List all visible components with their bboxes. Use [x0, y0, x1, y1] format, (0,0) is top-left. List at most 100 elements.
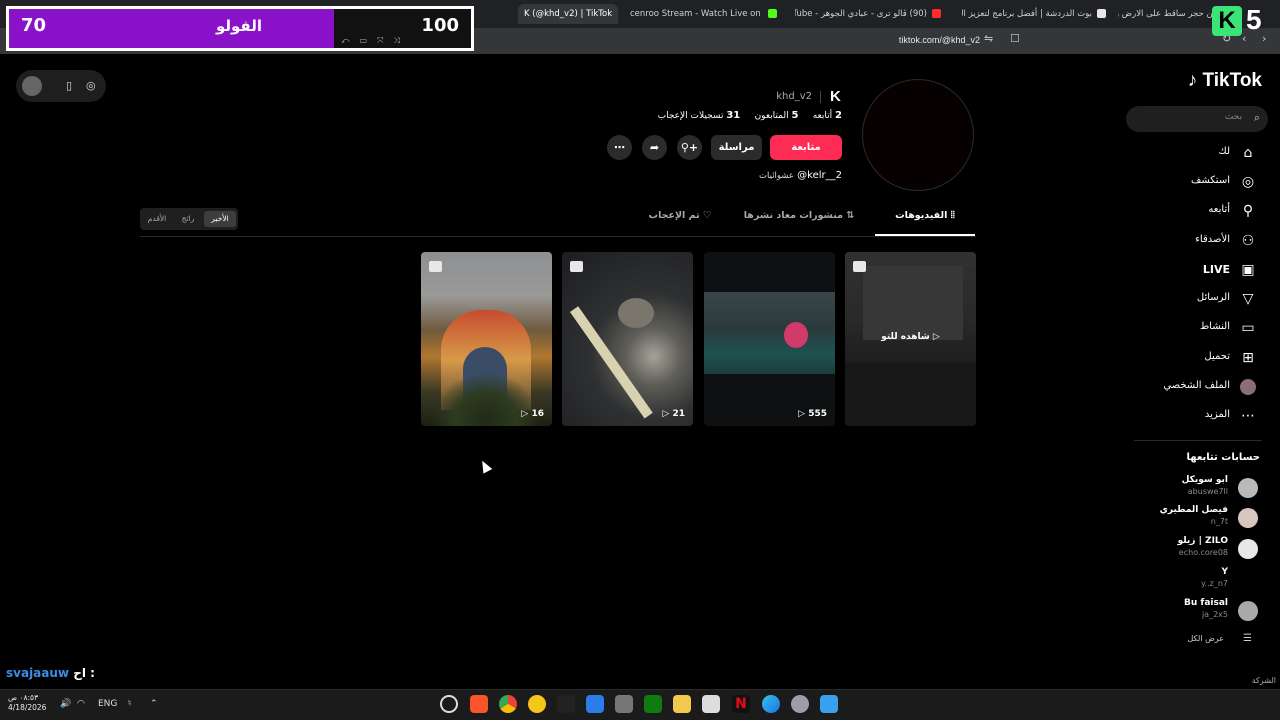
sidebar-item-friends[interactable]: ⚇ الأصدقاء	[1130, 230, 1262, 254]
follow-button[interactable]: متابعة	[770, 135, 842, 160]
sidebar-item-upload[interactable]: ⊞ تحميل	[1130, 347, 1262, 371]
share-icon[interactable]: ➦	[642, 135, 667, 160]
likes-count: 31	[726, 110, 741, 121]
xbox-icon[interactable]	[644, 695, 662, 713]
send-icon: ▽	[1242, 291, 1254, 307]
sort-latest[interactable]: الأخير	[204, 211, 236, 227]
settings-icon[interactable]	[791, 695, 809, 713]
sort-oldest[interactable]: الأقدم	[142, 211, 172, 227]
bio-handle[interactable]: @kelr__2	[797, 170, 842, 181]
microphone-icon[interactable]: ♮	[128, 699, 131, 709]
following-count: 2	[835, 110, 842, 121]
sidebar-item-profile[interactable]: الملف الشخصي	[1130, 376, 1262, 400]
sidebar-item-more[interactable]: ⋯ المزيد	[1130, 405, 1262, 429]
video-thumbnail	[704, 292, 835, 374]
account-handle: echo.core08	[1178, 548, 1228, 557]
company-link[interactable]: الشركة	[1240, 676, 1276, 685]
following-account[interactable]: Bu faisal ja_2x5	[1134, 598, 1260, 624]
browser-tab[interactable]: (90) ڤالو ترى - عبادي الجوهر - YouTube	[795, 4, 927, 24]
show-all-link[interactable]: عرض الكل ☰	[1134, 633, 1260, 646]
account-handle: n_7t	[1210, 517, 1228, 526]
chat-message: svajaauw اح :	[6, 666, 95, 680]
profile-name: K	[830, 88, 841, 105]
search-input[interactable]: بحث ⌕	[1126, 106, 1268, 132]
browser-tab[interactable]: cenroo Stream - Watch Live on Kick	[630, 4, 760, 24]
kick-logo: K	[1212, 6, 1242, 36]
tab-videos-label: الفيديوهات	[895, 210, 948, 221]
brave-icon[interactable]	[470, 695, 488, 713]
photos-icon[interactable]	[586, 695, 604, 713]
account-name: ابو سويكل	[1181, 475, 1228, 485]
following-account[interactable]: فيصل المطيري n_7t	[1134, 505, 1260, 531]
browser-tab[interactable]: بوت الدردشة | أفضل برنامج لتعزيز البث	[962, 4, 1092, 24]
goal-target-value: 100	[421, 15, 459, 36]
sidebar-item-messages[interactable]: ▽ الرسائل	[1130, 288, 1262, 312]
following-account[interactable]: ابو سويكل abuswe7ll	[1134, 475, 1260, 501]
video-card[interactable]: ▷ 16	[421, 252, 552, 426]
language-indicator[interactable]: ENG	[98, 699, 117, 709]
compass-icon[interactable]: ◎	[86, 79, 96, 92]
bio-text: عشوائيات	[759, 171, 794, 181]
sidebar-item-foryou[interactable]: ⌂ لك	[1130, 142, 1262, 166]
app-icon[interactable]	[528, 695, 546, 713]
more-options-icon[interactable]: ⋯	[607, 135, 632, 160]
volume-icon[interactable]: 🔊	[60, 699, 71, 709]
chrome-icon[interactable]	[499, 695, 517, 713]
chat-text: اح :	[73, 666, 95, 680]
device-icon[interactable]: ▯	[66, 79, 72, 92]
account-name: فيصل المطيري	[1159, 505, 1228, 515]
store-icon[interactable]	[702, 695, 720, 713]
account-name: Bu faisal	[1184, 598, 1228, 608]
sidebar-item-label: تحميل	[1204, 351, 1230, 362]
following-account[interactable]: Y y..z_n7	[1134, 567, 1260, 593]
tab-liked[interactable]: ♡ تم الإعجاب	[640, 210, 720, 232]
browser-tab-active[interactable]: K (@khd_v2) | TikTok	[518, 4, 618, 24]
url-field[interactable]: tiktok.com/@khd_v2	[860, 33, 980, 47]
chevron-up-icon[interactable]: ⌃	[150, 699, 158, 709]
avatar[interactable]	[22, 76, 42, 96]
tabs-divider	[140, 236, 976, 237]
taskbar-clock[interactable]: ٠٨:٥٣ ص 4/18/2026	[8, 693, 52, 713]
follower-goal-overlay: 70 الفولو 100 ⤺▭⤧⤨	[6, 6, 474, 51]
tiktok-logo[interactable]: ♪ TikTok	[1170, 70, 1262, 96]
video-views: ▷ 16	[521, 409, 544, 419]
message-button[interactable]: مراسلة	[711, 135, 762, 160]
mouse-cursor	[477, 458, 493, 474]
obs-icon[interactable]	[440, 695, 458, 713]
clock-date: 4/18/2026	[8, 703, 47, 712]
goal-current-value: 70	[21, 15, 47, 36]
overlay-tools-icon: ⤺▭⤧⤨	[341, 36, 410, 45]
windows-start-icon[interactable]	[820, 695, 838, 713]
sidebar-item-live[interactable]: ▣ LIVE	[1130, 259, 1262, 283]
avatar	[1238, 539, 1258, 559]
site-settings-icon[interactable]: ⇋	[984, 32, 993, 45]
youtube-icon	[932, 9, 941, 18]
video-card[interactable]: ▷ 555	[704, 252, 835, 426]
following-account[interactable]: زيلو | ZILO echo.core08	[1134, 536, 1260, 562]
video-card[interactable]: ▷ شاهده للتو	[845, 252, 976, 426]
profile-avatar[interactable]	[862, 79, 974, 191]
user-follow-icon: ⚲	[1242, 203, 1254, 219]
wifi-icon[interactable]: ◠	[77, 699, 85, 709]
netflix-icon[interactable]: N	[732, 695, 750, 713]
add-friend-icon[interactable]: ⚲+	[677, 135, 702, 160]
taskbar	[0, 689, 1280, 720]
sort-popular[interactable]: رائج	[174, 211, 202, 227]
sidebar-item-explore[interactable]: ◎ استكشف	[1130, 171, 1262, 195]
following-accounts-heading: حسابات تتابعها	[1186, 452, 1260, 463]
sidebar-item-following[interactable]: ⚲ أتابعه	[1130, 200, 1262, 224]
file-explorer-icon[interactable]	[673, 695, 691, 713]
bookmark-icon[interactable]: ☐	[1010, 32, 1020, 45]
profile-handle: khd_v2	[776, 91, 812, 102]
tab-reposts[interactable]: ⇅ منشورات معاد نشرها	[740, 210, 858, 232]
tab-videos[interactable]: ⦙⦙ الفيديوهات	[880, 210, 970, 232]
app-icon[interactable]	[557, 695, 575, 713]
search-icon[interactable]: ⌕	[1254, 111, 1260, 125]
video-card[interactable]: ▷ 21	[562, 252, 693, 426]
following-label[interactable]: أتابعه	[813, 111, 832, 121]
sidebar-item-activity[interactable]: ▭ النشاط	[1130, 317, 1262, 341]
browser-tab[interactable]: عن حجر ساقط على الارض وينطلق و...	[1118, 4, 1218, 24]
app-icon[interactable]	[615, 695, 633, 713]
edge-icon[interactable]	[762, 695, 780, 713]
followers-label[interactable]: المتابعون	[755, 111, 789, 121]
